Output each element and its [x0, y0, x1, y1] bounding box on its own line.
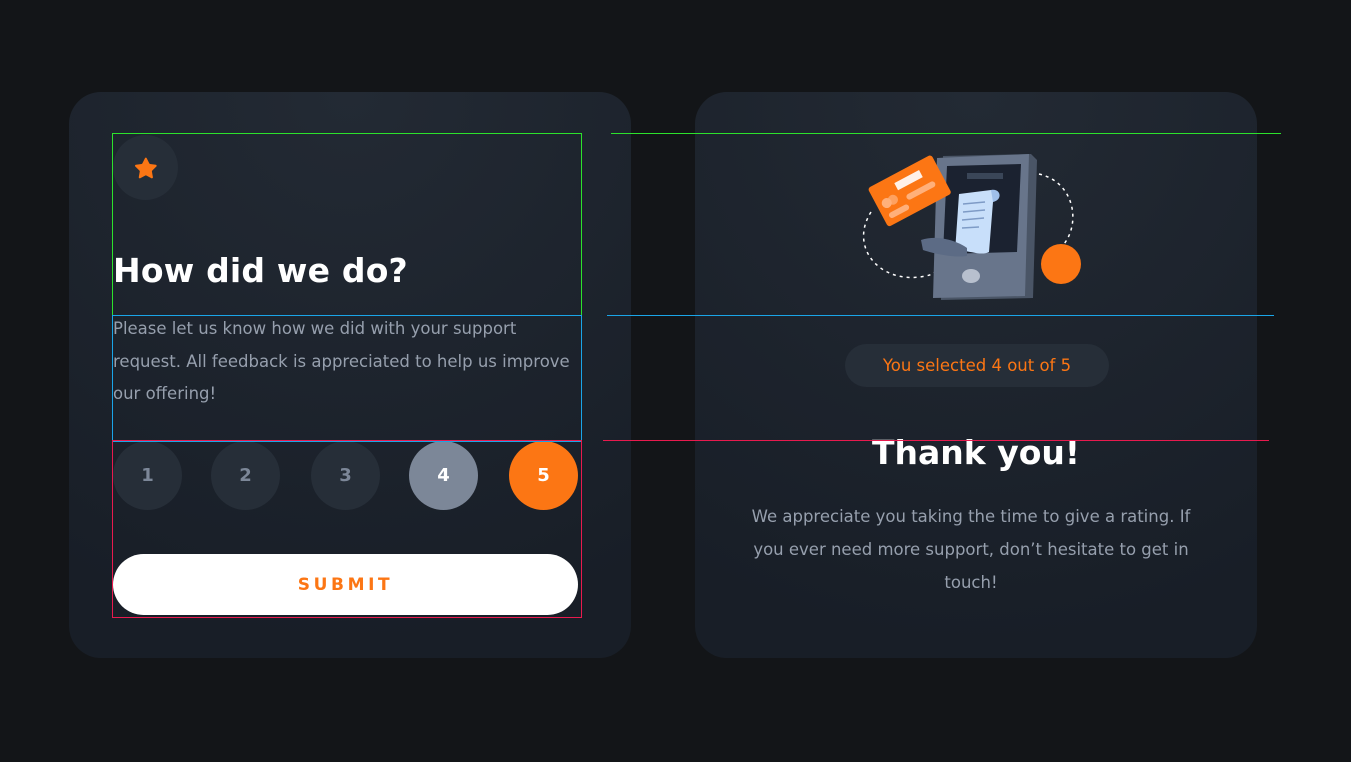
rating-options: 1 2 3 4 5	[113, 441, 578, 510]
star-icon	[134, 157, 157, 178]
rating-option-1[interactable]: 1	[113, 441, 182, 510]
thank-you-message: We appreciate you taking the time to giv…	[751, 507, 1191, 592]
rating-option-5[interactable]: 5	[509, 441, 578, 510]
star-badge	[113, 135, 178, 200]
phone-receipt-card-illustration	[862, 154, 1081, 300]
rating-option-2[interactable]: 2	[211, 441, 280, 510]
stage: How did we do? Please let us know how we…	[0, 0, 1351, 762]
thank-you-title: Thank you!	[872, 433, 1080, 472]
submit-button[interactable]: SUBMIT	[113, 554, 578, 615]
rating-title: How did we do?	[113, 251, 408, 290]
rating-option-4[interactable]: 4	[409, 441, 478, 510]
rating-option-3[interactable]: 3	[311, 441, 380, 510]
selection-badge: You selected 4 out of 5	[845, 344, 1109, 387]
rating-description: Please let us know how we did with your …	[113, 319, 570, 403]
